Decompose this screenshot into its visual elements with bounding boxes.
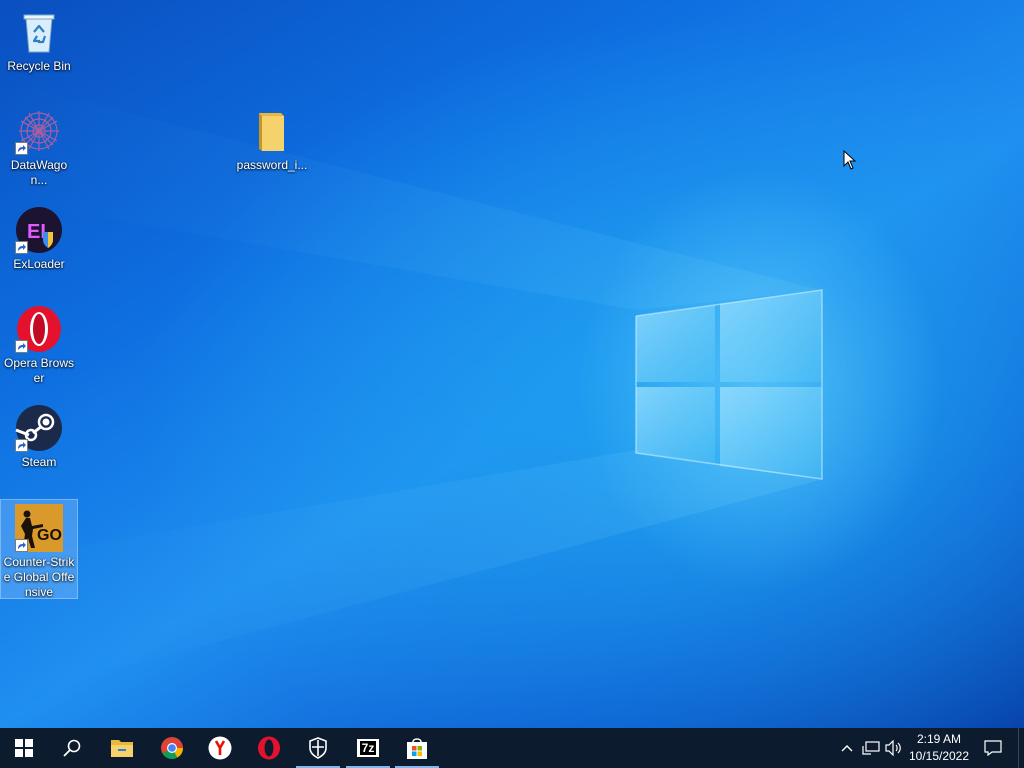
start-icon <box>15 739 33 757</box>
opera-icon <box>15 305 63 353</box>
yandex-browser-button[interactable] <box>196 728 244 768</box>
password-folder[interactable]: password_i... <box>234 103 310 173</box>
file-explorer-icon <box>111 740 133 757</box>
chevron-up-icon <box>841 745 853 752</box>
clock[interactable]: 2:19 AM 10/15/2022 <box>902 728 976 768</box>
volume-icon <box>885 740 901 756</box>
clock-time: 2:19 AM <box>916 732 962 746</box>
opera-taskbar-button[interactable] <box>245 728 293 768</box>
recycle-bin-label: Recycle Bin <box>7 59 71 73</box>
microsoft-store-button[interactable] <box>393 728 441 768</box>
security-shield-icon <box>309 737 327 759</box>
windows-security-button[interactable] <box>294 728 342 768</box>
volume-button[interactable] <box>884 728 904 768</box>
chrome-button[interactable] <box>148 728 196 768</box>
steam-shortcut[interactable]: Steam <box>1 400 77 470</box>
password-folder-label: password_i... <box>236 158 308 172</box>
opera-icon <box>258 736 280 760</box>
show-hidden-icons-button[interactable] <box>838 728 856 768</box>
7zip-text: 7z <box>359 741 377 755</box>
yandex-browser-icon <box>208 736 232 760</box>
desktop[interactable]: Recycle Bin DataWagon... EL ExLoader Ope… <box>0 0 1024 728</box>
recycle-bin-icon <box>15 8 63 56</box>
opera-browser-shortcut[interactable]: Opera Browser <box>1 301 77 386</box>
csgo-label: Counter-Strike Global Offensive <box>3 555 75 599</box>
7zip-icon: 7z <box>357 739 379 757</box>
csgo-shortcut[interactable]: GO Counter-Strike Global Offensive <box>0 499 78 599</box>
opera-browser-label: Opera Browser <box>3 356 75 385</box>
action-center-button[interactable] <box>978 728 1008 768</box>
7zip-button[interactable]: 7z <box>344 728 392 768</box>
file-explorer-button[interactable] <box>98 728 146 768</box>
shortcut-arrow-icon <box>15 241 28 254</box>
shortcut-arrow-icon <box>15 142 28 155</box>
chrome-icon <box>161 737 183 759</box>
microsoft-store-icon <box>407 738 427 759</box>
exloader-label: ExLoader <box>13 257 65 271</box>
clock-date: 10/15/2022 <box>908 749 970 763</box>
svg-text:GO: GO <box>37 527 62 544</box>
csgo-icon: GO <box>15 504 63 552</box>
shortcut-arrow-icon <box>15 340 28 353</box>
mouse-cursor-icon <box>843 150 857 170</box>
network-button[interactable] <box>860 728 882 768</box>
datawagon-icon <box>15 107 63 155</box>
shortcut-arrow-icon <box>15 439 28 452</box>
shortcut-arrow-icon <box>15 539 28 552</box>
steam-label: Steam <box>21 455 57 469</box>
show-desktop-button[interactable] <box>1018 728 1024 768</box>
exloader-icon: EL <box>15 206 63 254</box>
notification-icon <box>984 740 1002 756</box>
search-button[interactable] <box>48 728 96 768</box>
taskbar: 7z 2:19 AM 10/15/2022 <box>0 728 1024 768</box>
network-icon <box>862 741 880 755</box>
recycle-bin-icon-item[interactable]: Recycle Bin <box>1 4 77 74</box>
exloader-shortcut[interactable]: EL ExLoader <box>1 202 77 272</box>
start-button[interactable] <box>0 728 48 768</box>
steam-icon <box>15 404 63 452</box>
wallpaper <box>0 80 823 700</box>
folder-icon <box>248 107 296 155</box>
datawagon-shortcut[interactable]: DataWagon... <box>1 103 77 188</box>
datawagon-label: DataWagon... <box>10 158 68 187</box>
search-icon <box>63 739 81 757</box>
